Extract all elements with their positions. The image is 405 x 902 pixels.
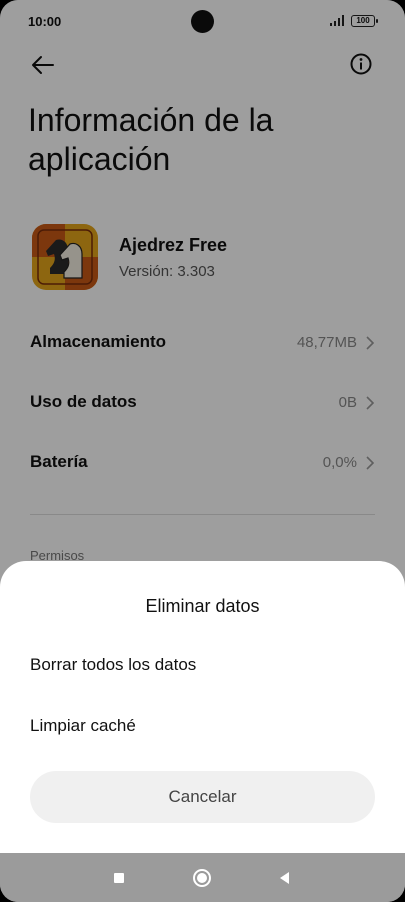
app-info-screen: 10:00 100 Información de la aplicación A… [0,0,405,902]
clear-cache-option[interactable]: Limpiar caché [30,711,375,741]
clear-all-data-option[interactable]: Borrar todos los datos [30,650,375,680]
back-triangle-icon[interactable] [274,867,296,889]
navigation-bar [0,853,405,902]
home-icon[interactable] [191,867,213,889]
sheet-title: Eliminar datos [145,596,260,616]
recents-icon[interactable] [108,867,130,889]
clear-data-sheet: Eliminar datos Borrar todos los datos Li… [0,561,405,853]
cancel-button[interactable]: Cancelar [30,771,375,823]
